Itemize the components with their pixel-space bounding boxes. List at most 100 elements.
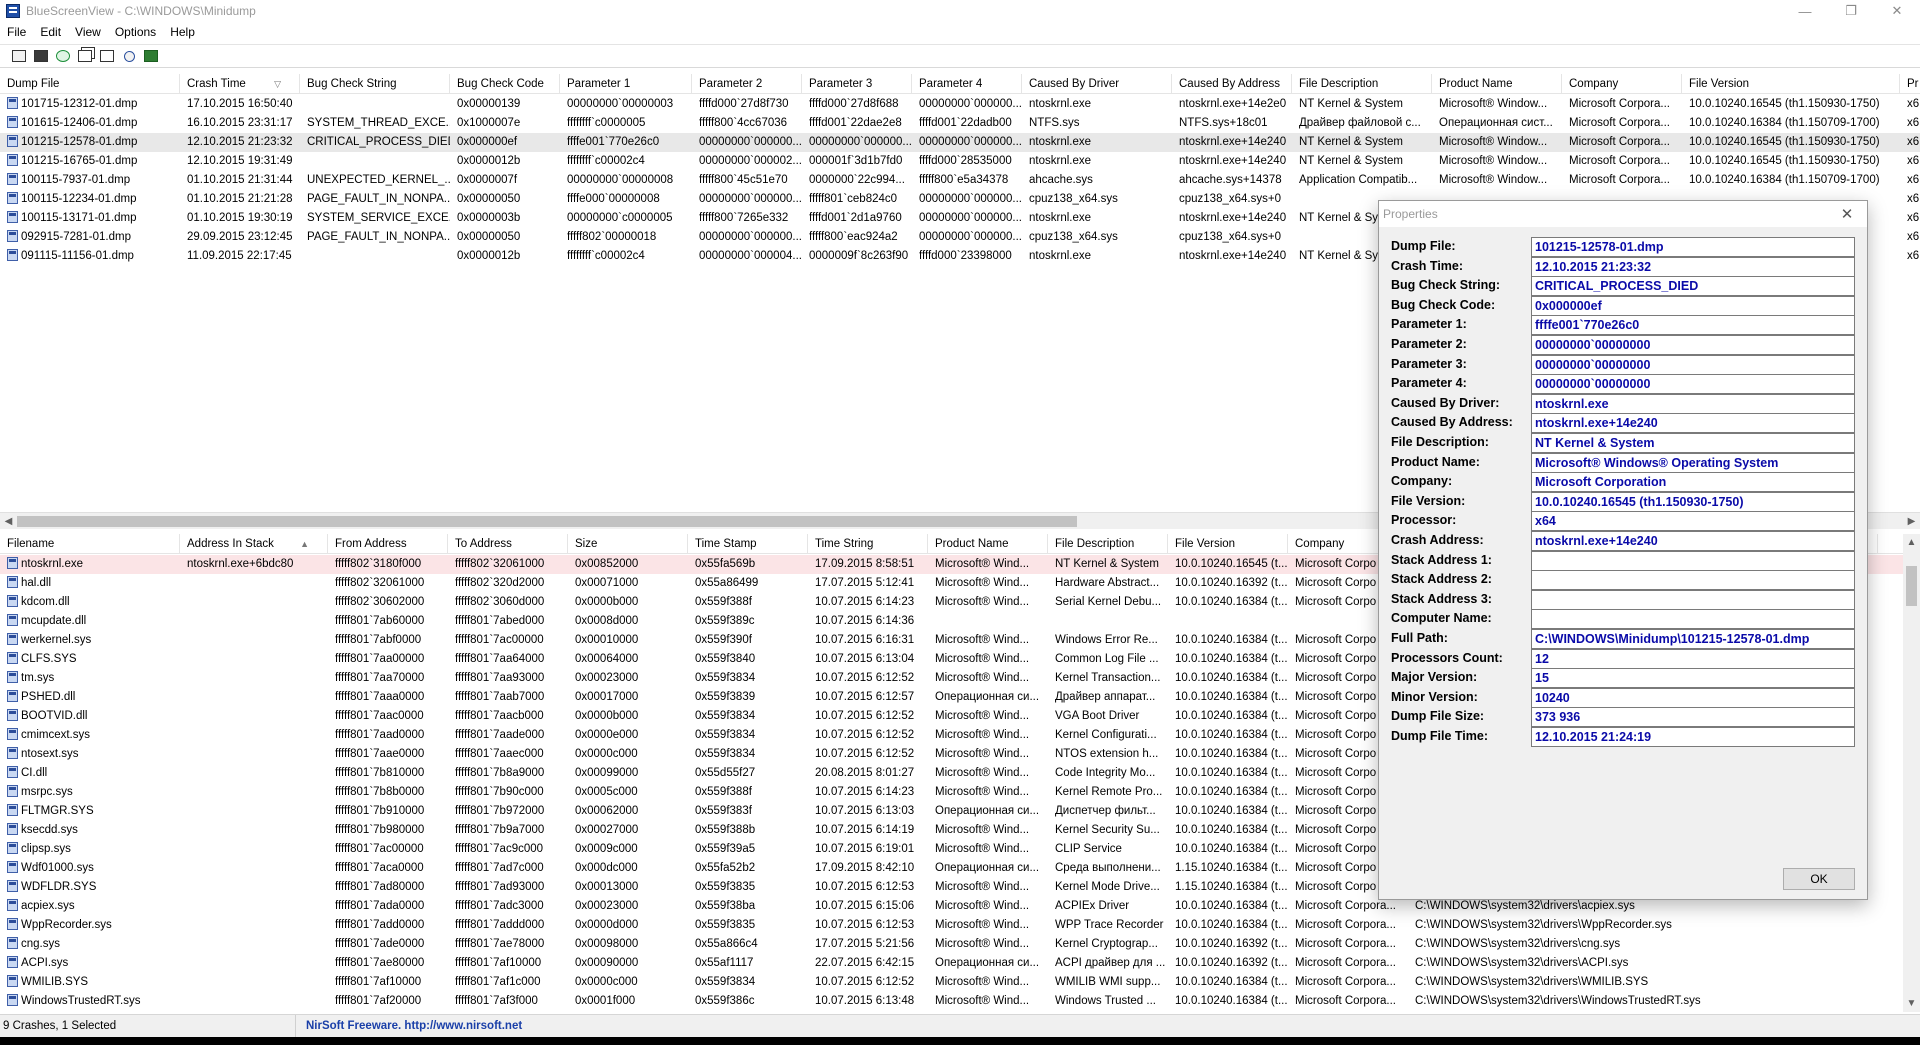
column-header-dump[interactable]: Dump File bbox=[0, 74, 180, 94]
table-row[interactable]: cng.sys fffff801`7ade0000 fffff801`7ae7800… bbox=[0, 935, 1905, 954]
property-value-field[interactable]: 15 bbox=[1531, 668, 1855, 689]
property-value-field[interactable] bbox=[1531, 570, 1855, 591]
property-value-field[interactable]: 373 936 bbox=[1531, 707, 1855, 728]
close-button[interactable]: ✕ bbox=[1874, 0, 1920, 22]
property-value-field[interactable]: 00000000`00000000 bbox=[1531, 354, 1855, 375]
dialog-close-icon[interactable]: ✕ bbox=[1837, 204, 1857, 224]
property-value-field[interactable]: CRITICAL_PROCESS_DIED bbox=[1531, 276, 1855, 297]
scroll-down-arrow-icon[interactable]: ▼ bbox=[1903, 995, 1920, 1012]
refresh-icon[interactable] bbox=[54, 47, 72, 65]
column-header-ts[interactable]: Time Stamp bbox=[688, 534, 808, 554]
menu-options[interactable]: Options bbox=[108, 25, 163, 39]
save-icon[interactable] bbox=[10, 47, 28, 65]
property-value-field[interactable] bbox=[1531, 550, 1855, 571]
column-header-ais[interactable]: Address In Stack ▲ bbox=[180, 534, 328, 554]
cell-p3: 0000009f`8c263f90 bbox=[802, 247, 912, 266]
column-header-size[interactable]: Size bbox=[568, 534, 688, 554]
property-value-field[interactable]: C:\WINDOWS\Minidump\101215-12578-01.dmp bbox=[1531, 629, 1855, 649]
table-row[interactable]: 101215-12578-01.dmp 12.10.2015 21:23:32 CR… bbox=[0, 133, 1920, 152]
cell-text: 10.0.10240.16545 (th1.150930-1750) bbox=[1689, 155, 1880, 167]
column-header-from[interactable]: From Address bbox=[328, 534, 448, 554]
column-header-drv[interactable]: Caused By Driver bbox=[1022, 74, 1172, 94]
cell-text: 10.07.2015 6:12:52 bbox=[815, 748, 915, 760]
column-header-time[interactable]: Crash Time ▽ bbox=[180, 74, 300, 94]
table-row[interactable]: WMILIB.SYS fffff801`7af10000 fffff801`7af1… bbox=[0, 973, 1905, 992]
property-value-field[interactable]: 00000000`00000000 bbox=[1531, 374, 1855, 395]
column-header-fn[interactable]: Filename bbox=[0, 534, 180, 554]
column-header-desc[interactable]: File Description bbox=[1048, 534, 1168, 554]
scroll-up-arrow-icon[interactable]: ▲ bbox=[1903, 534, 1920, 551]
cell-desc: Code Integrity Mo... bbox=[1048, 764, 1168, 783]
table-row[interactable]: 100115-7937-01.dmp 01.10.2015 21:31:44 UNE… bbox=[0, 171, 1920, 190]
cell-tstr: 10.07.2015 6:14:23 bbox=[808, 593, 928, 612]
property-value-field[interactable]: Microsoft® Windows® Operating System bbox=[1531, 452, 1855, 473]
property-value-field[interactable]: ntoskrnl.exe+14e240 bbox=[1531, 531, 1855, 551]
property-value-field[interactable]: ffffe001`770e26c0 bbox=[1531, 315, 1855, 336]
property-value-field[interactable]: NT Kernel & System bbox=[1531, 433, 1855, 453]
property-value-field[interactable]: 12.10.2015 21:24:19 bbox=[1531, 727, 1855, 747]
column-header-desc[interactable]: File Description bbox=[1292, 74, 1432, 94]
column-header-p2[interactable]: Parameter 2 bbox=[692, 74, 802, 94]
property-value-field[interactable]: 101215-12578-01.dmp bbox=[1531, 237, 1855, 257]
column-header-tstr[interactable]: Time String bbox=[808, 534, 928, 554]
properties-icon[interactable] bbox=[98, 47, 116, 65]
cell-text: 0x0008d000 bbox=[575, 615, 639, 627]
property-value-field[interactable]: 10.0.10240.16545 (th1.150930-1750) bbox=[1531, 491, 1855, 512]
cell-text: 0000000`22c994... bbox=[809, 174, 905, 186]
vscroll-thumb[interactable] bbox=[1906, 566, 1917, 606]
exit-icon[interactable] bbox=[142, 47, 160, 65]
cell-text: 0x1000007e bbox=[457, 117, 521, 129]
menu-view[interactable]: View bbox=[68, 25, 108, 39]
maximize-button[interactable]: ❐ bbox=[1828, 0, 1874, 22]
property-value-field[interactable] bbox=[1531, 589, 1855, 610]
save-selected-icon[interactable] bbox=[32, 47, 50, 65]
menu-help[interactable]: Help bbox=[163, 25, 202, 39]
menu-file[interactable]: File bbox=[0, 25, 33, 39]
column-header-prod[interactable]: Product Name bbox=[928, 534, 1048, 554]
column-header-ver[interactable]: File Version bbox=[1168, 534, 1288, 554]
column-header-addr[interactable]: Caused By Address bbox=[1172, 74, 1292, 94]
property-value-field[interactable]: 12 bbox=[1531, 648, 1855, 669]
property-row: Caused By Driver: ntoskrnl.exe bbox=[1379, 393, 1867, 414]
nirsoft-link[interactable]: NirSoft Freeware. http://www.nirsoft.net bbox=[296, 1020, 522, 1032]
copy-icon[interactable] bbox=[76, 47, 94, 65]
cell-text: fffff801`7b972000 bbox=[455, 805, 545, 817]
cell-text: Microsoft Corpo bbox=[1295, 843, 1377, 855]
column-header-bcs[interactable]: Bug Check String bbox=[300, 74, 450, 94]
driver-list-vscrollbar[interactable]: ▲ ▼ bbox=[1903, 534, 1920, 1012]
property-value-field[interactable]: ntoskrnl.exe bbox=[1531, 393, 1855, 414]
property-value-field[interactable]: Microsoft Corporation bbox=[1531, 472, 1855, 493]
ok-button[interactable]: OK bbox=[1783, 868, 1855, 890]
property-value-field[interactable]: ntoskrnl.exe+14e240 bbox=[1531, 413, 1855, 434]
column-header-p1[interactable]: Parameter 1 bbox=[560, 74, 692, 94]
property-value-field[interactable]: 10240 bbox=[1531, 687, 1855, 708]
table-row[interactable]: WppRecorder.sys fffff801`7add0000 fffff801… bbox=[0, 916, 1905, 935]
cell-prod: Microsoft® Wind... bbox=[928, 878, 1048, 897]
column-header-p3[interactable]: Parameter 3 bbox=[802, 74, 912, 94]
column-header-p4[interactable]: Parameter 4 bbox=[912, 74, 1022, 94]
table-row[interactable]: ACPI.sys fffff801`7ae80000 fffff801`7af100… bbox=[0, 954, 1905, 973]
property-value-field[interactable]: 00000000`00000000 bbox=[1531, 335, 1855, 355]
scroll-left-arrow-icon[interactable]: ◀ bbox=[0, 513, 17, 530]
column-header-bcc[interactable]: Bug Check Code bbox=[450, 74, 560, 94]
property-value-field[interactable] bbox=[1531, 609, 1855, 630]
menu-edit[interactable]: Edit bbox=[33, 25, 68, 39]
column-header-prod[interactable]: Product Name bbox=[1432, 74, 1562, 94]
property-value-field[interactable]: 12.10.2015 21:23:32 bbox=[1531, 256, 1855, 277]
property-value-field[interactable]: x64 bbox=[1531, 511, 1855, 532]
table-row[interactable]: 101715-12312-01.dmp 17.10.2015 16:50:40 0x… bbox=[0, 95, 1920, 114]
hscroll-thumb[interactable] bbox=[17, 516, 1077, 527]
column-header-pr[interactable]: Pr bbox=[1900, 74, 1920, 94]
table-row[interactable]: 101615-12406-01.dmp 16.10.2015 23:31:17 SY… bbox=[0, 114, 1920, 133]
cell-text: NT Kernel & System bbox=[1299, 155, 1403, 167]
column-header-to[interactable]: To Address bbox=[448, 534, 568, 554]
column-header-ver[interactable]: File Version bbox=[1682, 74, 1900, 94]
scroll-right-arrow-icon[interactable]: ▶ bbox=[1903, 513, 1920, 530]
column-header-comp[interactable]: Company bbox=[1562, 74, 1682, 94]
cell-ts: 0x559f3835 bbox=[688, 916, 808, 935]
minimize-button[interactable]: — bbox=[1782, 0, 1828, 22]
table-row[interactable]: WindowsTrustedRT.sys fffff801`7af20000 fff… bbox=[0, 992, 1905, 1011]
table-row[interactable]: 101215-16765-01.dmp 12.10.2015 19:31:49 0x… bbox=[0, 152, 1920, 171]
property-value-field[interactable]: 0x000000ef bbox=[1531, 295, 1855, 316]
find-icon[interactable] bbox=[120, 47, 138, 65]
